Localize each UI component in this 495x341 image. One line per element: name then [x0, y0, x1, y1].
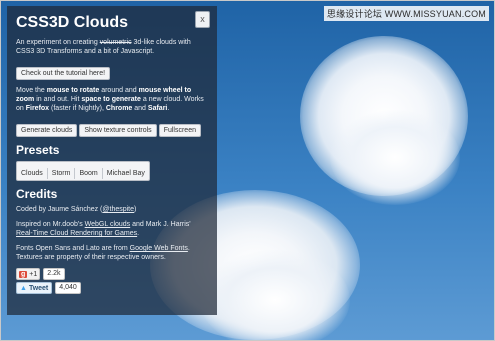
presets-heading: Presets	[16, 143, 60, 157]
credits-fonts: Fonts Open Sans and Lato are from Google…	[16, 245, 190, 261]
preset-clouds-button[interactable]: Clouds	[17, 168, 48, 179]
tweet-button[interactable]: ▲ Tweet	[16, 282, 53, 294]
credits-heading: Credits	[16, 187, 58, 201]
page-title: CSS3D Clouds	[16, 14, 129, 31]
close-button[interactable]: x	[195, 11, 210, 28]
fullscreen-button[interactable]: Fullscreen	[158, 124, 201, 137]
cloud-rendering-link[interactable]: Real-Time Cloud Rendering for Games	[16, 230, 137, 237]
gplus-icon: g	[19, 270, 28, 278]
preset-storm-button[interactable]: Storm	[48, 168, 76, 179]
preset-boom-button[interactable]: Boom	[75, 168, 103, 179]
intro-text: An experiment on creating volumetric 3d-…	[16, 39, 191, 55]
social-row-gplus: g +1 2.2k	[16, 268, 208, 280]
show-texture-controls-button[interactable]: Show texture controls	[79, 124, 157, 137]
tweet-count: 4,040	[55, 282, 81, 294]
gplus-count: 2.2k	[43, 268, 65, 280]
intro-strike: volumetric	[99, 39, 132, 46]
cloud-lower-center-puff	[200, 250, 350, 341]
tutorial-button[interactable]: Check out the tutorial here!	[16, 67, 111, 80]
info-panel: x CSS3D Clouds An experiment on creating…	[7, 6, 217, 315]
cloud-upper-right-puff	[330, 110, 460, 205]
thespite-link[interactable]: @thespite	[102, 206, 134, 213]
site-watermark: 思缘设计论坛 WWW.MISSYUAN.COM	[323, 6, 489, 21]
preset-michael-bay-button[interactable]: Michael Bay	[103, 168, 149, 179]
webgl-clouds-link[interactable]: WebGL clouds	[85, 221, 131, 228]
instructions-text: Move the mouse to rotate around and mous…	[16, 87, 204, 112]
social-row-twitter: ▲ Tweet 4,040	[16, 282, 208, 294]
twitter-bird-icon: ▲	[20, 284, 27, 292]
credits-coded: Coded by Jaume Sánchez (@thespite)	[16, 206, 137, 213]
presets-group: Clouds Storm Boom Michael Bay	[16, 161, 150, 181]
gplus-button[interactable]: g +1	[16, 268, 41, 280]
google-web-fonts-link[interactable]: Google Web Fonts	[130, 245, 188, 252]
generate-clouds-button[interactable]: Generate clouds	[16, 124, 78, 137]
credits-inspired: Inspired on Mr.doob's WebGL clouds and M…	[16, 221, 191, 237]
